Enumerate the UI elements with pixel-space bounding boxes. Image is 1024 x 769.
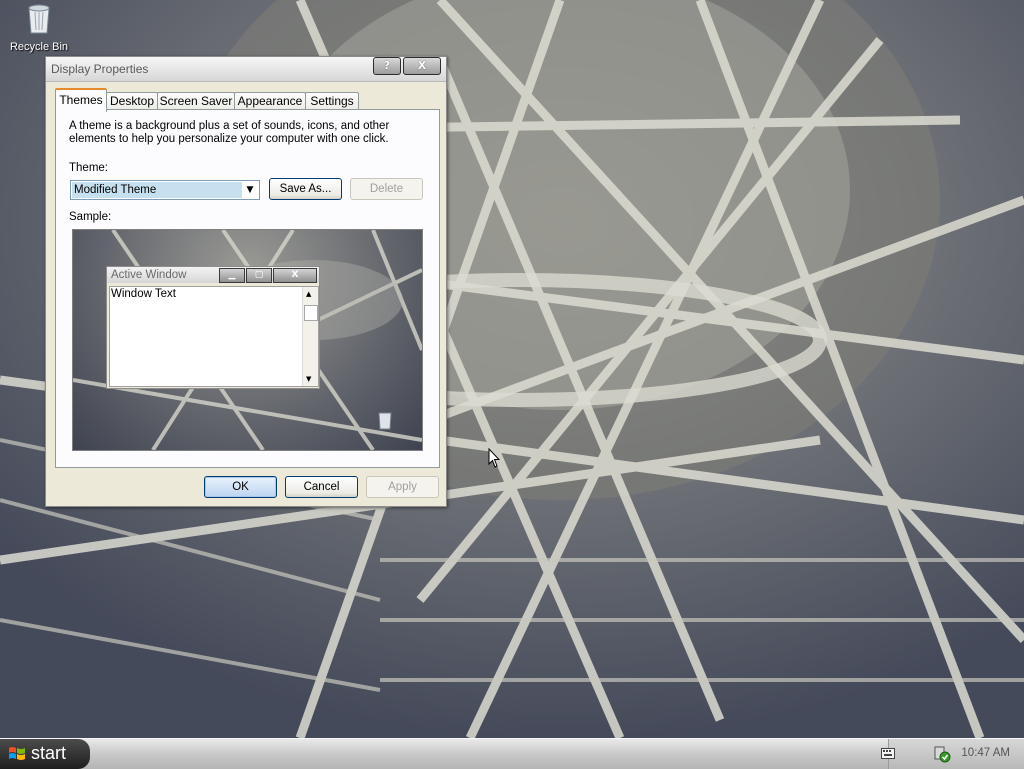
- cancel-button[interactable]: Cancel: [285, 476, 358, 498]
- theme-label: Theme:: [69, 162, 108, 174]
- keyboard-icon[interactable]: [881, 748, 895, 759]
- theme-sample-preview: Active Window ▁ ▢ X Window Text ▲ ▼: [72, 229, 423, 451]
- start-button[interactable]: start: [0, 739, 90, 769]
- desktop-icon-recycle-bin[interactable]: Recycle Bin: [8, 2, 70, 53]
- recycle-bin-icon: [28, 4, 50, 34]
- network-security-icon[interactable]: [933, 745, 951, 763]
- system-tray: 10:47 AM: [881, 739, 1024, 769]
- dialog-title: Display Properties: [51, 62, 149, 76]
- theme-dropdown[interactable]: Modified Theme ▼: [70, 180, 260, 200]
- apply-button[interactable]: Apply: [366, 476, 439, 498]
- windows-flag-icon: [9, 747, 25, 760]
- theme-description: A theme is a background plus a set of so…: [69, 120, 390, 145]
- theme-dropdown-value: Modified Theme: [72, 182, 242, 198]
- tab-desktop[interactable]: Desktop: [106, 92, 158, 110]
- close-icon: X: [273, 268, 317, 283]
- dialog-titlebar[interactable]: Display Properties ? X: [46, 57, 446, 82]
- sample-active-window: Active Window ▁ ▢ X Window Text ▲ ▼: [106, 266, 320, 389]
- themes-tab-panel: A theme is a background plus a set of so…: [55, 109, 440, 468]
- close-button[interactable]: X: [403, 57, 441, 75]
- sample-window-titlebar: Active Window ▁ ▢ X: [107, 267, 319, 283]
- sample-scroll-thumb: [304, 305, 318, 321]
- tab-settings[interactable]: Settings: [305, 92, 359, 110]
- minimize-icon: ▁: [219, 268, 245, 283]
- save-as-button[interactable]: Save As...: [269, 178, 342, 200]
- sample-label: Sample:: [69, 211, 112, 223]
- chevron-down-icon[interactable]: ▼: [242, 182, 258, 198]
- taskbar: start 10:47 AM: [0, 738, 1024, 769]
- scroll-up-icon: ▲: [306, 290, 312, 298]
- sample-scrollbar: ▲ ▼: [302, 287, 318, 386]
- ok-button[interactable]: OK: [204, 476, 277, 498]
- start-label: start: [31, 743, 67, 763]
- delete-button[interactable]: Delete: [350, 178, 423, 200]
- taskbar-clock[interactable]: 10:47 AM: [961, 747, 1010, 759]
- desktop-background: Recycle Bin Display Properties ? X Theme…: [0, 0, 1024, 738]
- tab-screen-saver[interactable]: Screen Saver: [157, 92, 235, 110]
- scroll-down-icon: ▼: [306, 375, 312, 383]
- sample-window-body: Window Text ▲ ▼: [109, 286, 319, 387]
- maximize-icon: ▢: [246, 268, 272, 283]
- sample-window-text: Window Text: [111, 288, 176, 300]
- tab-appearance[interactable]: Appearance: [234, 92, 306, 110]
- display-properties-dialog: Display Properties ? X Themes Desktop Sc…: [45, 56, 447, 507]
- mouse-pointer-icon: [488, 448, 500, 468]
- sample-recycle-bin-icon: [378, 412, 392, 430]
- desktop-icon-label: Recycle Bin: [9, 41, 69, 53]
- sample-window-title: Active Window: [111, 269, 187, 281]
- help-button[interactable]: ?: [373, 57, 401, 75]
- tab-themes[interactable]: Themes: [55, 88, 107, 112]
